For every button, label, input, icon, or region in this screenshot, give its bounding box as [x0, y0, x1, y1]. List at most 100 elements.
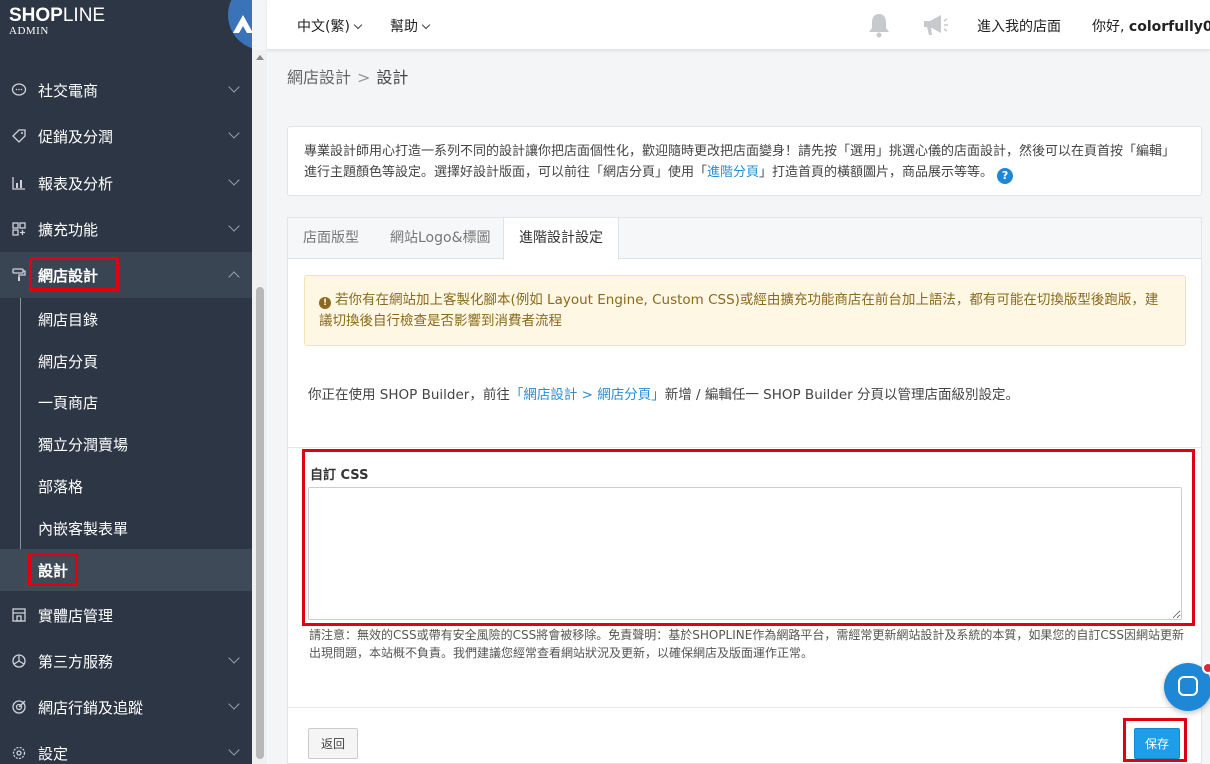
sidebar-item-label: 實體店管理 — [38, 606, 114, 625]
go-to-store-link[interactable]: 進入我的店面 — [977, 16, 1061, 36]
sidebar-item-social-commerce[interactable]: 社交電商 — [0, 67, 252, 113]
sidebar: SHOPLINE ADMIN 社交電商 促銷及分潤 報表及分析 擴充功能 網店設… — [0, 0, 252, 764]
bell-icon[interactable] — [867, 12, 891, 38]
notification-dot — [1202, 662, 1210, 674]
sidebar-subitem-blog[interactable]: 部落格 — [0, 465, 252, 507]
sidebar-subitem-label: 部落格 — [38, 477, 84, 496]
chat-icon — [1178, 676, 1198, 696]
target-icon — [10, 698, 28, 716]
sidebar-subitem-design[interactable]: 設計 — [0, 549, 252, 591]
advanced-pages-link[interactable]: 進階分頁 — [707, 165, 759, 180]
sidebar-item-reports[interactable]: 報表及分析 — [0, 160, 252, 206]
chevron-down-icon — [228, 81, 240, 93]
sidebar-item-label: 促銷及分潤 — [38, 127, 114, 146]
sidebar-item-promotions[interactable]: 促銷及分潤 — [0, 113, 252, 159]
chat-bubble-icon — [10, 81, 28, 99]
divider — [288, 707, 1201, 708]
chevron-up-icon — [228, 271, 240, 283]
divider — [288, 447, 1201, 448]
tab-store-template[interactable]: 店面版型 — [288, 218, 374, 259]
brand-sub: ADMIN — [9, 25, 49, 37]
save-button[interactable]: 保存 — [1134, 728, 1180, 759]
help-icon[interactable]: ? — [997, 168, 1014, 184]
chevron-down-icon — [228, 744, 240, 756]
sidebar-subitem-label: 獨立分潤賣場 — [38, 435, 129, 454]
scroll-up-icon[interactable] — [256, 55, 264, 60]
exclamation-icon: ! — [319, 297, 331, 309]
scrollbar-thumb[interactable] — [256, 287, 264, 759]
sidebar-subitem-label: 一頁商店 — [38, 393, 99, 412]
username: colorfully04 — [1128, 19, 1210, 35]
chevron-down-icon — [421, 20, 431, 30]
breadcrumb: 網店設計 > 設計 — [287, 64, 408, 88]
sidebar-item-settings[interactable]: 設定 — [0, 730, 252, 764]
language-label: 中文(繁) — [297, 19, 350, 35]
sidebar-item-third-party[interactable]: 第三方服務 — [0, 638, 252, 684]
shopline-logo[interactable]: SHOPLINE ADMIN — [9, 6, 105, 37]
breadcrumb-parent[interactable]: 網店設計 — [287, 68, 351, 87]
sidebar-item-label: 設定 — [38, 744, 69, 763]
builder-note: 你正在使用 SHOP Builder，前往「網店設計 > 網店分頁」新增 / 編… — [308, 383, 1019, 403]
shopline-mark-icon — [233, 15, 252, 33]
brand-light: LINE — [62, 5, 106, 26]
paint-roller-icon — [10, 266, 28, 284]
tab-bar: 店面版型 網站Logo&標圖 進階設計設定 — [288, 218, 1201, 260]
back-button[interactable]: 返回 — [308, 728, 358, 759]
sidebar-item-store-design[interactable]: 網店設計 — [0, 252, 252, 298]
design-settings-panel: 店面版型 網站Logo&標圖 進階設計設定 ! 若你有在網站加上客製化腳本(例如 … — [287, 217, 1202, 764]
sidebar-subitem-catalog[interactable]: 網店目錄 — [0, 298, 252, 340]
tab-logo-banner[interactable]: 網站Logo&標圖 — [375, 218, 506, 259]
language-dropdown[interactable]: 中文(繁) — [297, 16, 363, 36]
store-icon — [10, 606, 28, 624]
intro-text-end: 」打造首頁的橫額圖片，商品展示等等。 — [759, 165, 994, 180]
sidebar-item-retail-store[interactable]: 實體店管理 — [0, 592, 252, 638]
chevron-down-icon — [228, 652, 240, 664]
sidebar-item-label: 網店行銷及追蹤 — [38, 698, 144, 717]
sidebar-scrollbar[interactable] — [252, 50, 267, 764]
chevron-down-icon — [228, 698, 240, 710]
tag-icon — [10, 127, 28, 145]
intro-box: 專業設計師用心打造一系列不同的設計讓你把店面個性化，歡迎隨時更改把店面變身！請先… — [287, 126, 1202, 196]
gear-icon — [10, 744, 28, 762]
sidebar-subitem-embedded-form[interactable]: 內嵌客製表單 — [0, 507, 252, 549]
breadcrumb-current: 設計 — [376, 68, 409, 87]
chevron-down-icon — [228, 220, 240, 232]
warning-text: 若你有在網站加上客製化腳本(例如 Layout Engine, Custom C… — [319, 292, 1159, 329]
topbar: 中文(繁) 幫助 進入我的店面 你好, colorfully04 — [267, 0, 1210, 50]
integration-icon — [10, 652, 28, 670]
sidebar-subitem-one-page-store[interactable]: 一頁商店 — [0, 381, 252, 423]
sidebar-item-label: 擴充功能 — [38, 220, 99, 239]
sidebar-item-label: 第三方服務 — [38, 652, 114, 671]
sidebar-subitem-label: 網店目錄 — [38, 310, 99, 329]
tab-advanced-design[interactable]: 進階設計設定 — [503, 218, 619, 260]
sidebar-item-label: 社交電商 — [38, 81, 99, 100]
megaphone-icon[interactable] — [921, 13, 949, 37]
store-pages-link[interactable]: 「網店設計 > 網店分頁」 — [510, 387, 665, 403]
chevron-down-icon — [228, 127, 240, 139]
sidebar-item-extensions[interactable]: 擴充功能 — [0, 206, 252, 252]
sidebar-subitem-label: 網店分頁 — [38, 352, 99, 371]
sidebar-subitem-label: 內嵌客製表單 — [38, 519, 129, 538]
breadcrumb-separator: > — [357, 68, 371, 87]
sidebar-item-label: 網店設計 — [38, 266, 99, 285]
warning-alert: ! 若你有在網站加上客製化腳本(例如 Layout Engine, Custom … — [304, 275, 1186, 346]
apps-grid-icon — [10, 220, 28, 238]
help-label: 幫助 — [390, 19, 418, 35]
chat-widget-button[interactable] — [1164, 662, 1210, 711]
greeting-label: 你好, — [1092, 19, 1129, 35]
custom-css-textarea[interactable] — [308, 487, 1182, 620]
sidebar-item-label: 報表及分析 — [38, 174, 114, 193]
sidebar-subitem-label: 設計 — [38, 561, 69, 580]
disclaimer-text: 請注意：無效的CSS或帶有安全風險的CSS將會被移除。免責聲明：基於SHOPLI… — [309, 628, 1184, 660]
help-dropdown[interactable]: 幫助 — [390, 16, 431, 36]
custom-css-label: 自訂 CSS — [310, 468, 369, 483]
chevron-down-icon — [353, 20, 363, 30]
builder-note-text-end: 新增 / 編輯任一 SHOP Builder 分頁以管理店面級別設定。 — [664, 387, 1019, 403]
sidebar-subitem-affiliate-store[interactable]: 獨立分潤賣場 — [0, 423, 252, 465]
sidebar-item-marketing[interactable]: 網店行銷及追蹤 — [0, 684, 252, 730]
user-greeting[interactable]: 你好, colorfully04 — [1092, 16, 1210, 36]
chevron-down-icon — [228, 174, 240, 186]
sidebar-subitem-pages[interactable]: 網店分頁 — [0, 340, 252, 382]
brand-bold: SHOP — [9, 5, 63, 26]
bar-chart-icon — [10, 174, 28, 192]
